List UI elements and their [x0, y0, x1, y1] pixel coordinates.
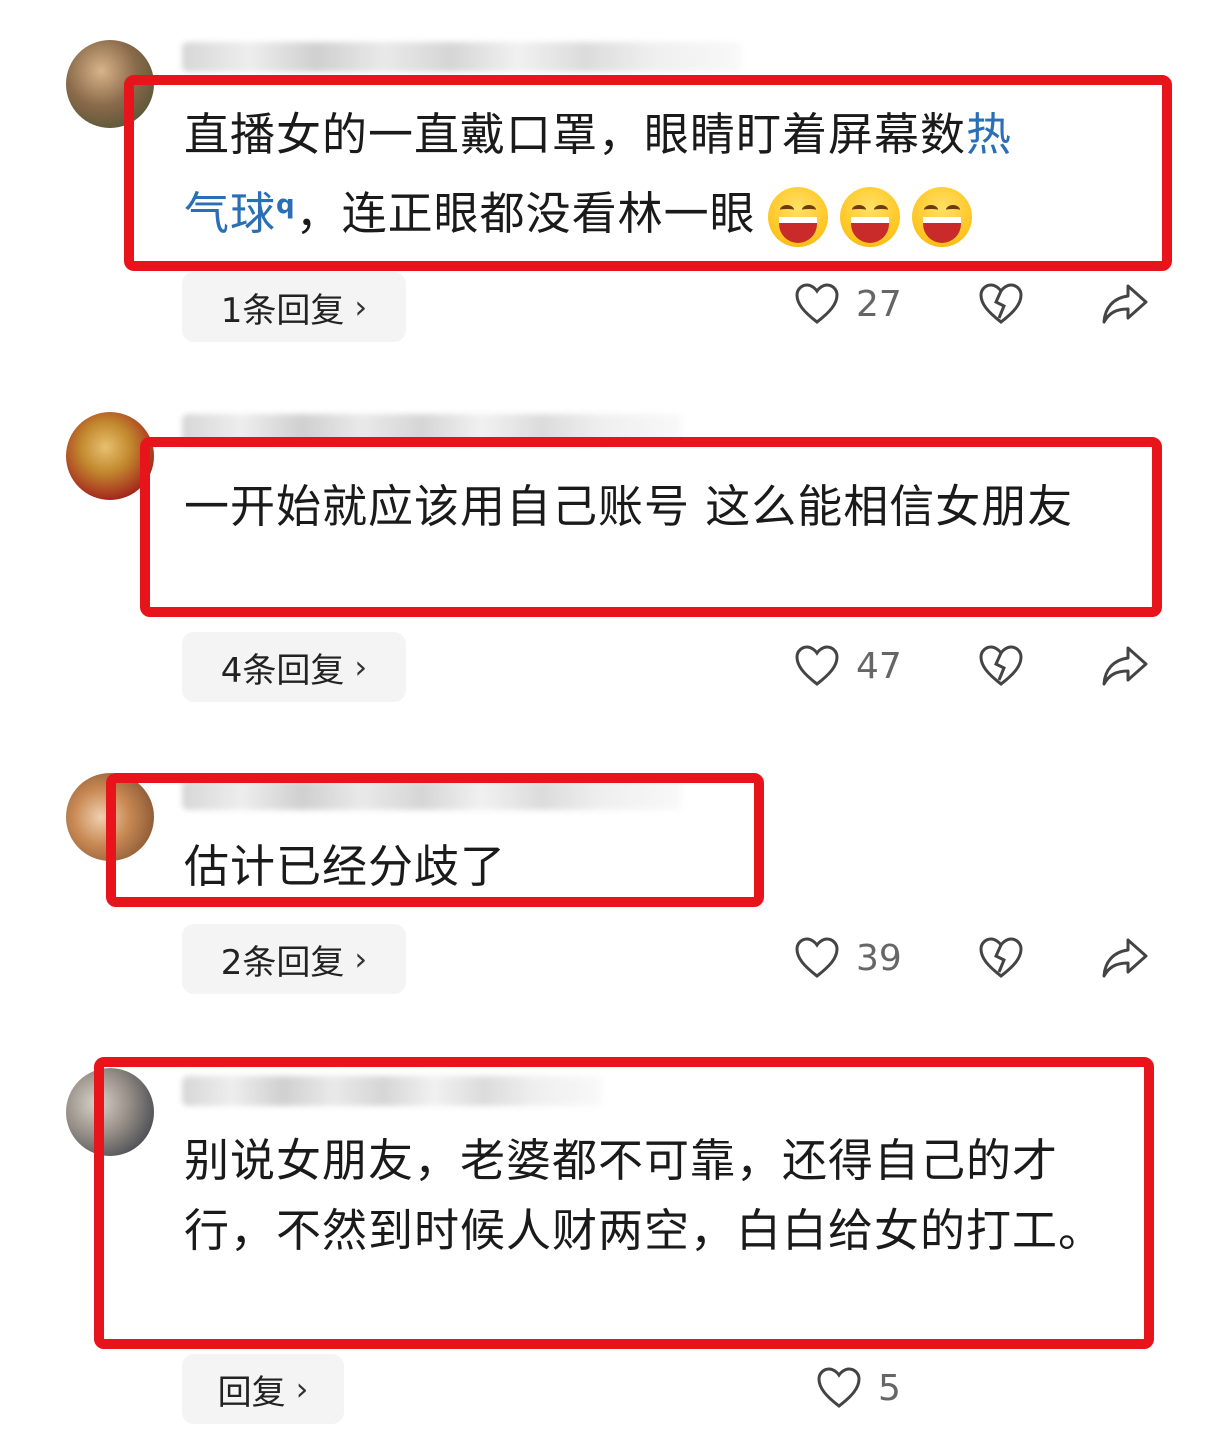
- chevron-right-icon: ›: [354, 940, 368, 978]
- username-blurred: [182, 1076, 602, 1106]
- comment-text: 别说女朋友，老婆都不可靠，还得自己的才行，不然到时候人财两空，白白给女的打工。: [184, 1134, 1105, 1257]
- like-button[interactable]: 39: [794, 936, 902, 980]
- like-button[interactable]: 47: [794, 644, 902, 688]
- heart-outline-icon: [795, 937, 839, 978]
- reply-count-button[interactable]: 2条回复 ›: [182, 924, 406, 994]
- broken-heart-icon: [979, 645, 1023, 686]
- laughing-emoji-icon: [767, 187, 828, 247]
- like-button[interactable]: 27: [794, 282, 902, 326]
- reply-count-button[interactable]: 1条回复 ›: [182, 272, 406, 342]
- heart-outline-icon: [795, 645, 839, 686]
- dislike-button[interactable]: [978, 282, 1024, 326]
- avatar[interactable]: [66, 1068, 154, 1156]
- dislike-button[interactable]: [978, 644, 1024, 688]
- heart-outline-icon: [795, 283, 839, 324]
- search-icon[interactable]: 𝗾: [276, 190, 296, 220]
- reply-count-button[interactable]: 4条回复 ›: [182, 632, 406, 702]
- username-blurred: [182, 414, 682, 444]
- share-arrow-icon: [1102, 284, 1148, 324]
- like-button[interactable]: 5: [816, 1366, 901, 1410]
- broken-heart-icon: [979, 937, 1023, 978]
- comment-text: 一开始就应该用自己账号 这么能相信女朋友: [184, 480, 1074, 533]
- laughing-emoji-icon: [911, 187, 972, 247]
- hot-search-link-cont[interactable]: 气球: [184, 187, 276, 240]
- share-button[interactable]: [1100, 644, 1150, 688]
- chevron-right-icon: ›: [354, 648, 368, 686]
- username-blurred: [182, 780, 682, 810]
- laughing-emoji-icon: [839, 187, 900, 247]
- chevron-right-icon: ›: [295, 1370, 309, 1408]
- chevron-right-icon: ›: [354, 288, 368, 326]
- hot-search-link[interactable]: 热: [966, 108, 1012, 161]
- comment-text: 直播女的一直戴口罩，眼睛盯着屏幕数热 气球𝗾，连正眼都没看林一眼: [184, 100, 1134, 249]
- share-arrow-icon: [1102, 646, 1148, 686]
- share-arrow-icon: [1102, 938, 1148, 978]
- share-button[interactable]: [1100, 936, 1150, 980]
- username-blurred: [182, 42, 742, 72]
- reply-button[interactable]: 回复 ›: [182, 1354, 344, 1424]
- heart-outline-icon: [817, 1367, 861, 1408]
- comment-text: 估计已经分歧了: [184, 840, 507, 893]
- like-count: 27: [856, 283, 902, 325]
- like-count: 5: [878, 1367, 901, 1409]
- dislike-button[interactable]: [978, 936, 1024, 980]
- share-button[interactable]: [1100, 282, 1150, 326]
- like-count: 39: [856, 937, 902, 979]
- avatar[interactable]: [66, 40, 154, 128]
- broken-heart-icon: [979, 283, 1023, 324]
- like-count: 47: [856, 645, 902, 687]
- avatar[interactable]: [66, 412, 154, 500]
- avatar[interactable]: [66, 773, 154, 861]
